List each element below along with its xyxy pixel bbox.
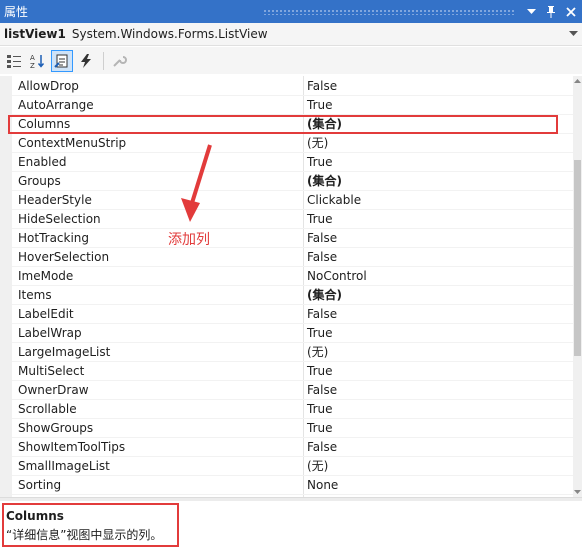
object-name: listView1: [4, 27, 66, 41]
description-text: “详细信息”视图中显示的列。: [6, 528, 163, 542]
property-value[interactable]: (集合): [307, 286, 342, 305]
property-value[interactable]: False: [307, 381, 337, 400]
property-name: ContextMenuStrip: [18, 136, 127, 150]
pin-icon[interactable]: [542, 3, 560, 21]
property-value[interactable]: True: [307, 362, 333, 381]
property-value[interactable]: False: [307, 438, 337, 457]
property-row-enabled[interactable]: Enabled True: [12, 153, 573, 172]
property-name: Groups: [18, 174, 61, 188]
properties-icon[interactable]: [51, 49, 73, 72]
property-name: Scrollable: [18, 402, 77, 416]
property-row-largeimagelist[interactable]: LargeImageList (无): [12, 343, 573, 362]
property-value[interactable]: True: [307, 96, 333, 115]
description-title: Columns: [6, 509, 64, 523]
events-icon[interactable]: [75, 50, 97, 72]
property-name: LabelEdit: [18, 307, 74, 321]
property-row-imemode[interactable]: ImeMode NoControl: [12, 267, 573, 286]
property-name: Enabled: [18, 155, 67, 169]
property-name: Items: [18, 288, 52, 302]
object-type: System.Windows.Forms.ListView: [71, 27, 268, 41]
scroll-up-arrow-icon[interactable]: [573, 76, 582, 86]
property-value[interactable]: True: [307, 210, 333, 229]
property-name: HeaderStyle: [18, 193, 92, 207]
property-row-items[interactable]: Items (集合): [12, 286, 573, 305]
property-row-showitemtooltips[interactable]: ShowItemToolTips False: [12, 438, 573, 457]
property-row-multiselect[interactable]: MultiSelect True: [12, 362, 573, 381]
toolbar-separator: [103, 51, 104, 70]
property-name: AutoArrange: [18, 98, 94, 112]
property-name: OwnerDraw: [18, 383, 89, 397]
property-row-labelwrap[interactable]: LabelWrap True: [12, 324, 573, 343]
property-name: MultiSelect: [18, 364, 85, 378]
property-row-autoarrange[interactable]: AutoArrange True: [12, 96, 573, 115]
property-value[interactable]: True: [307, 324, 333, 343]
property-row-hoverselection[interactable]: HoverSelection False: [12, 248, 573, 267]
scrollbar-thumb[interactable]: [574, 160, 581, 356]
property-row-groups[interactable]: Groups (集合): [12, 172, 573, 191]
property-value[interactable]: False: [307, 229, 337, 248]
property-name: HoverSelection: [18, 250, 110, 264]
property-name: Columns: [18, 117, 71, 131]
alphabetical-icon[interactable]: A Z: [27, 50, 49, 72]
property-value[interactable]: True: [307, 419, 333, 438]
property-value[interactable]: Clickable: [307, 191, 361, 210]
property-value[interactable]: False: [307, 305, 337, 324]
panel-titlebar: 属性: [0, 0, 582, 23]
property-row-columns[interactable]: Columns (集合): [12, 115, 573, 134]
property-row-hottracking[interactable]: HotTracking False: [12, 229, 573, 248]
property-name: HideSelection: [18, 212, 101, 226]
property-row-ownerdraw[interactable]: OwnerDraw False: [12, 381, 573, 400]
property-row-showgroups[interactable]: ShowGroups True: [12, 419, 573, 438]
chevron-down-icon[interactable]: [566, 31, 580, 37]
property-value[interactable]: False: [307, 77, 337, 96]
property-value[interactable]: NoControl: [307, 267, 367, 286]
vertical-scrollbar[interactable]: [573, 76, 582, 497]
properties-toolbar: A Z: [0, 47, 582, 74]
property-name: ShowItemToolTips: [18, 440, 126, 454]
property-grid[interactable]: AllowDrop False AutoArrange True Columns (集合)…: [0, 76, 573, 497]
panel-title: 属性: [4, 5, 29, 19]
property-name: Sorting: [18, 478, 62, 492]
property-value[interactable]: True: [307, 400, 333, 419]
property-name: SmallImageList: [18, 459, 110, 473]
grid-gutter: [0, 76, 12, 497]
property-pages-icon: [108, 50, 130, 72]
property-name: AllowDrop: [18, 79, 79, 93]
property-value[interactable]: (集合): [307, 172, 342, 191]
svg-text:Z: Z: [30, 62, 35, 69]
svg-text:A: A: [30, 54, 35, 62]
property-name: LargeImageList: [18, 345, 111, 359]
property-name: LabelWrap: [18, 326, 82, 340]
property-value[interactable]: None: [307, 476, 338, 495]
property-value[interactable]: True: [307, 153, 333, 172]
property-row-contextmenustrip[interactable]: ContextMenuStrip (无): [12, 134, 573, 153]
close-icon[interactable]: [562, 3, 580, 21]
property-row-scrollable[interactable]: Scrollable True: [12, 400, 573, 419]
scroll-down-arrow-icon[interactable]: [573, 487, 582, 497]
property-value[interactable]: (无): [307, 343, 328, 362]
property-row-hideselection[interactable]: HideSelection True: [12, 210, 573, 229]
property-row-headerstyle[interactable]: HeaderStyle Clickable: [12, 191, 573, 210]
property-value[interactable]: False: [307, 248, 337, 267]
property-name: ImeMode: [18, 269, 74, 283]
property-name: ShowGroups: [18, 421, 94, 435]
titlebar-grip[interactable]: [263, 8, 514, 15]
annotation-label: 添加列: [168, 232, 210, 248]
property-row-labeledit[interactable]: LabelEdit False: [12, 305, 573, 324]
property-row-smallimagelist[interactable]: SmallImageList (无): [12, 457, 573, 476]
property-row-sorting[interactable]: Sorting None: [12, 476, 573, 495]
property-value[interactable]: (集合): [307, 115, 342, 134]
property-value[interactable]: (无): [307, 134, 328, 153]
property-row-allowdrop[interactable]: AllowDrop False: [12, 77, 573, 96]
object-selector[interactable]: listView1 System.Windows.Forms.ListView: [0, 23, 582, 46]
chevron-down-icon[interactable]: [522, 3, 540, 21]
property-value[interactable]: (无): [307, 457, 328, 476]
description-pane: Columns “详细信息”视图中显示的列。: [0, 501, 582, 558]
property-name: HotTracking: [18, 231, 90, 245]
categorized-icon[interactable]: [3, 50, 25, 72]
